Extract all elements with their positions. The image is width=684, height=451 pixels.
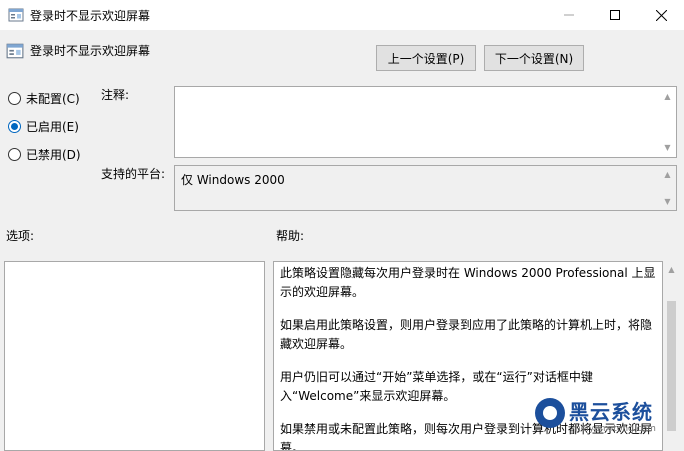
comment-label: 注释: [101, 88, 130, 102]
window-title: 登录时不显示欢迎屏幕 [30, 9, 151, 23]
platform-scrollbar[interactable]: ▲ ▼ [659, 166, 676, 210]
scroll-thumb[interactable] [667, 301, 676, 431]
policy-icon [8, 7, 24, 23]
radio-enabled[interactable]: 已启用(E) [8, 118, 79, 135]
radio-button[interactable] [8, 148, 21, 161]
platform-value: 仅 Windows 2000 [181, 173, 285, 187]
previous-setting-button[interactable]: 上一个设置(P) [376, 45, 476, 71]
maximize-icon [610, 10, 620, 20]
comment-scrollbar[interactable]: ▲ ▼ [659, 87, 676, 157]
watermark-brand: 黑云系统 [569, 400, 653, 424]
radio-not-configured[interactable]: 未配置(C) [8, 90, 80, 107]
policy-icon [6, 42, 24, 60]
options-pane [4, 261, 265, 451]
scroll-up-icon[interactable]: ▲ [663, 92, 672, 101]
radio-label: 未配置(C) [26, 92, 80, 106]
close-button[interactable] [638, 0, 684, 30]
scroll-down-icon[interactable]: ▼ [663, 143, 672, 152]
radio-disabled[interactable]: 已禁用(D) [8, 146, 81, 163]
platform-label: 支持的平台: [101, 167, 166, 181]
watermark-url: heiyunxitong.com [575, 424, 656, 434]
comment-input[interactable]: ▲ ▼ [174, 86, 677, 158]
help-paragraph: 如果启用此策略设置，则用户登录到应用了此策略的计算机上时，将隐藏欢迎屏幕。 [280, 318, 653, 351]
next-setting-button[interactable]: 下一个设置(N) [484, 45, 584, 71]
watermark-logo-icon [535, 398, 565, 428]
maximize-button[interactable] [592, 0, 638, 30]
radio-button[interactable] [8, 120, 21, 133]
minimize-button[interactable] [546, 0, 592, 30]
help-scrollbar[interactable]: ▲ [663, 261, 680, 451]
close-icon [655, 9, 667, 21]
platform-field: 仅 Windows 2000 ▲ ▼ [174, 165, 677, 211]
minimize-icon [564, 14, 574, 16]
help-label: 帮助: [276, 229, 305, 243]
radio-button[interactable] [8, 92, 21, 105]
scroll-up-icon[interactable]: ▲ [663, 170, 672, 179]
radio-label: 已启用(E) [26, 120, 79, 134]
radio-label: 已禁用(D) [26, 148, 81, 162]
options-label: 选项: [6, 229, 35, 243]
setting-title: 登录时不显示欢迎屏幕 [30, 44, 151, 58]
scroll-up-icon[interactable]: ▲ [667, 265, 676, 274]
scroll-down-icon[interactable]: ▼ [663, 197, 672, 206]
help-paragraph: 此策略设置隐藏每次用户登录时在 Windows 2000 Professiona… [280, 266, 656, 299]
